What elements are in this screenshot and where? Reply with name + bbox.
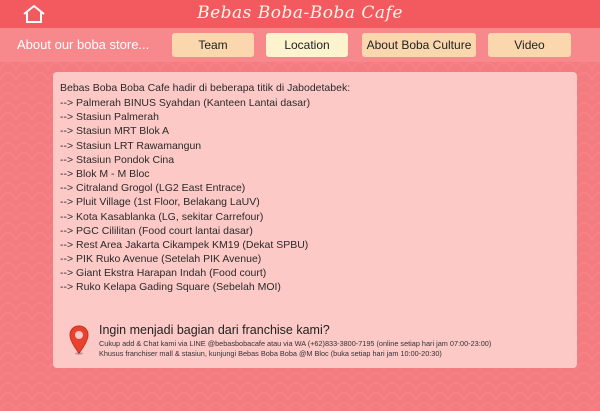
- location-item: --> Giant Ekstra Harapan Indah (Food cou…: [60, 267, 267, 280]
- location-item: --> PGC Cililitan (Food court lantai das…: [60, 224, 253, 237]
- location-item: --> Citraland Grogol (LG2 East Entrace): [60, 182, 246, 195]
- tab-video[interactable]: Video: [488, 33, 571, 57]
- tab-location[interactable]: Location: [266, 33, 348, 57]
- location-item: --> Stasiun Palmerah: [60, 111, 159, 124]
- location-item: --> Pluit Village (1st Floor, Belakang L…: [60, 196, 260, 209]
- tab-team[interactable]: Team: [172, 33, 254, 57]
- location-item: --> Ruko Kelapa Gading Square (Sebelah M…: [60, 281, 281, 294]
- tab-about-boba-culture[interactable]: About Boba Culture: [362, 33, 476, 57]
- location-item: --> Palmerah BINUS Syahdan (Kanteen Lant…: [60, 97, 311, 109]
- nav-heading: About our boba store...: [17, 37, 150, 52]
- nav-bar: About our boba store... Team Location Ab…: [0, 28, 600, 62]
- location-intro: Bebas Boba Boba Cafe hadir di beberapa t…: [60, 82, 351, 94]
- location-item: --> Rest Area Jakarta Cikampek KM19 (Dek…: [60, 238, 309, 251]
- site-title: Bebas Boba-Boba Cafe: [197, 3, 403, 23]
- franchise-mall-info: Khusus franchiser mall & stasiun, kunjun…: [99, 349, 442, 358]
- location-item: --> Stasiun LRT Rawamangun: [60, 139, 202, 152]
- location-item: --> Stasiun MRT Blok A: [60, 125, 170, 138]
- franchise-contact-info: Cukup add & Chat kami via LINE @bebasbob…: [99, 339, 492, 348]
- location-item: --> Kota Kasablanka (LG, sekitar Carrefo…: [60, 210, 264, 223]
- location-item: --> Stasiun Pondok Cina: [60, 153, 175, 166]
- top-bar: Bebas Boba-Boba Cafe: [0, 0, 600, 28]
- location-pin-icon: [69, 325, 89, 355]
- location-item: --> Blok M - M Bloc: [60, 167, 150, 180]
- location-panel: Bebas Boba Boba Cafe hadir di beberapa t…: [53, 72, 577, 368]
- location-list: --> Palmerah BINUS Syahdan (Kanteen Lant…: [60, 96, 310, 295]
- location-item: --> PIK Ruko Avenue (Setelah PIK Avenue): [60, 253, 262, 266]
- franchise-title: Ingin menjadi bagian dari franchise kami…: [99, 323, 330, 337]
